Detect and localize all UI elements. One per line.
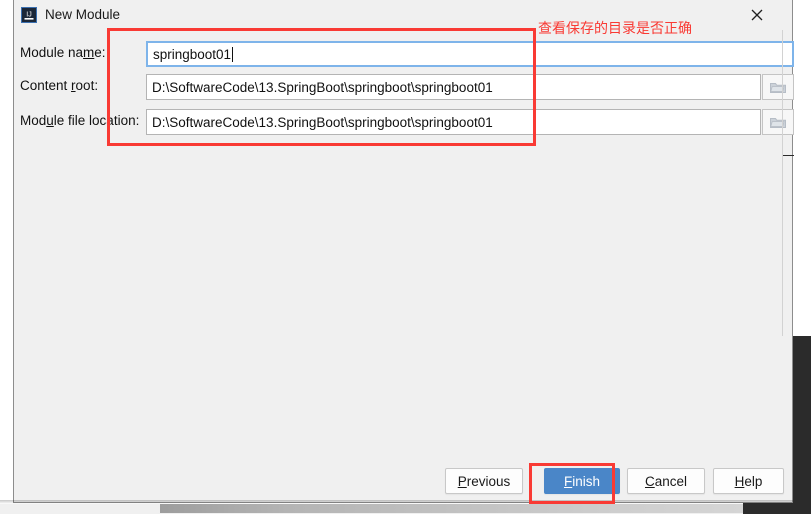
module-file-location-input[interactable]: D:\SoftwareCode\13.SpringBoot\springboot… — [146, 109, 761, 135]
dialog-button-bar: Previous Finish Cancel Help — [14, 455, 792, 503]
finish-button[interactable]: Finish — [544, 468, 620, 494]
dialog-title: New Module — [45, 7, 121, 22]
module-name-label: Module name: — [20, 45, 106, 60]
background-editor-panel — [793, 336, 811, 514]
help-button[interactable]: Help — [713, 468, 784, 494]
cancel-button[interactable]: Cancel — [627, 468, 705, 494]
svg-text:IJ: IJ — [26, 12, 31, 19]
annotation-note: 查看保存的目录是否正确 — [538, 21, 692, 37]
folder-icon — [770, 116, 786, 129]
previous-button[interactable]: Previous — [445, 468, 523, 494]
content-root-value: D:\SoftwareCode\13.SpringBoot\springboot… — [152, 79, 493, 95]
screen-root: IJ New Module Module name: springboot01 — [0, 0, 811, 514]
module-file-location-label: Module file location: — [20, 113, 140, 128]
background-scrollbar[interactable] — [160, 504, 793, 513]
module-name-input[interactable]: springboot01 — [146, 41, 794, 67]
module-form: Module name: springboot01 Content root: … — [14, 30, 794, 155]
panel-divider — [782, 30, 783, 336]
new-module-dialog: IJ New Module Module name: springboot01 — [13, 0, 794, 503]
content-root-label: Content root: — [20, 78, 99, 93]
text-caret — [232, 46, 234, 62]
dialog-drop-shadow — [0, 500, 793, 504]
module-name-value: springboot01 — [153, 46, 232, 62]
form-row-module-name: Module name: springboot01 — [14, 41, 794, 67]
form-row-module-file-location: Module file location: D:\SoftwareCode\13… — [14, 109, 794, 135]
intellij-idea-icon: IJ — [21, 7, 37, 23]
close-icon[interactable] — [734, 0, 780, 30]
form-row-content-root: Content root: D:\SoftwareCode\13.SpringB… — [14, 74, 794, 100]
module-file-location-browse-button[interactable] — [762, 109, 794, 135]
content-root-browse-button[interactable] — [762, 74, 794, 100]
folder-icon — [770, 81, 786, 94]
module-file-location-value: D:\SoftwareCode\13.SpringBoot\springboot… — [152, 114, 493, 130]
content-root-input[interactable]: D:\SoftwareCode\13.SpringBoot\springboot… — [146, 74, 761, 100]
section-separator — [783, 155, 794, 156]
